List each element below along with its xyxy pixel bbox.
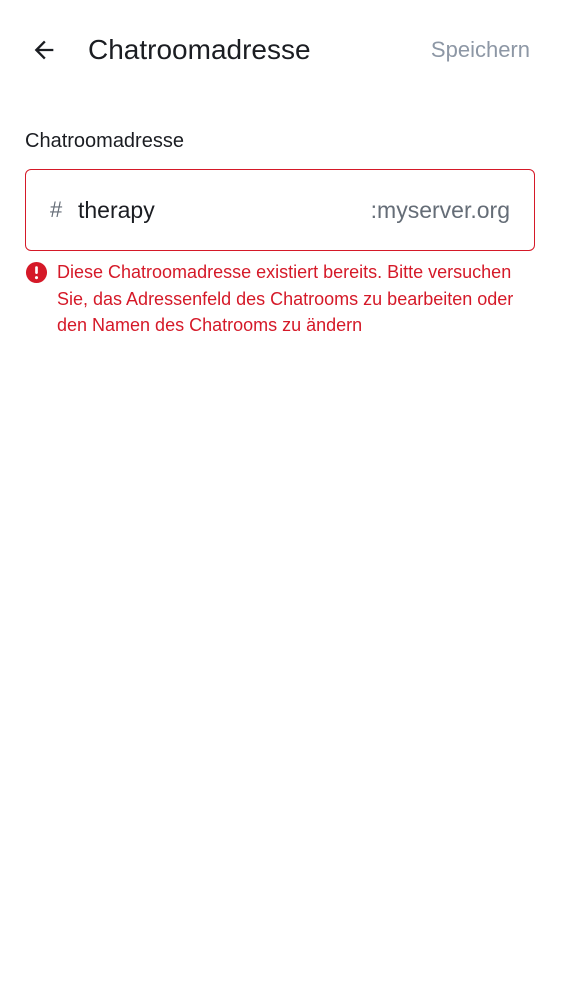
field-label: Chatroomadresse [25, 130, 184, 152]
back-button[interactable] [24, 30, 64, 70]
arrow-left-icon [34, 40, 54, 60]
page-title: Chatroomadresse [88, 34, 311, 65]
hash-prefix: # [50, 197, 63, 222]
error-text: Diese Chatroomadresse existiert bereits.… [57, 262, 514, 336]
address-field[interactable]: # :myserver.org [25, 169, 535, 251]
alias-input[interactable] [78, 196, 371, 224]
top-bar: Chatroomadresse Speichern [0, 0, 562, 100]
save-button[interactable]: Speichern [431, 34, 530, 66]
server-suffix: :myserver.org [370, 196, 510, 223]
error-circle-icon [25, 261, 48, 284]
